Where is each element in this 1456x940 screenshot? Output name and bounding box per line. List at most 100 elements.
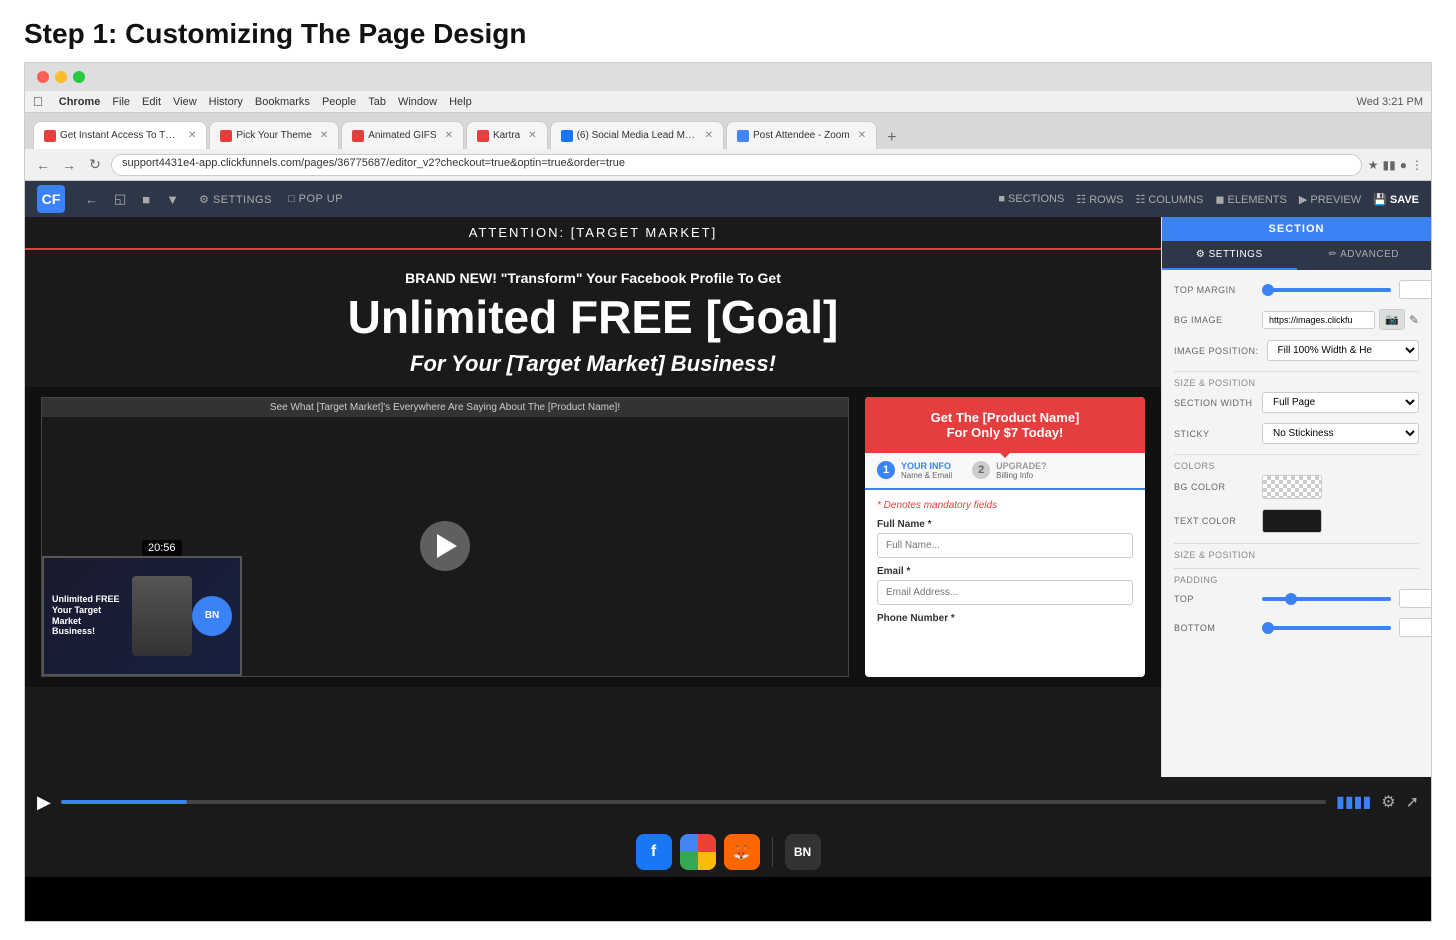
field2-label: Email * bbox=[877, 566, 1133, 577]
tab-get-instant-access[interactable]: Get Instant Access To The [Pro... ✕ bbox=[33, 121, 207, 149]
fullname-input[interactable] bbox=[877, 533, 1133, 558]
taskbar-firefox-icon[interactable]: 🦊 bbox=[724, 834, 760, 870]
extensions-icon[interactable]: ▮▮ bbox=[1383, 158, 1396, 172]
tab-advanced[interactable]: ✏ ADVANCED bbox=[1297, 241, 1432, 270]
advanced-tab-label: ADVANCED bbox=[1340, 249, 1399, 260]
image-position-label: IMAGE POSITION: bbox=[1174, 346, 1259, 356]
settings-toolbar-item[interactable]: ⚙ SETTINGS bbox=[199, 193, 272, 206]
save-toolbar-button[interactable]: 💾 SAVE bbox=[1373, 193, 1419, 206]
tab-settings[interactable]: ⚙ SETTINGS bbox=[1162, 241, 1297, 270]
bg-image-controls: https://images.clickfu 📷 ✎ bbox=[1262, 309, 1419, 330]
view-menu[interactable]: View bbox=[173, 96, 197, 108]
right-panel: SECTION ⚙ SETTINGS ✏ ADVANCED TOP MARGIN… bbox=[1161, 217, 1431, 777]
sections-toolbar-item[interactable]: ■ SECTIONS bbox=[998, 193, 1064, 206]
mandatory-text: * Denotes mandatory fields bbox=[877, 500, 1133, 511]
columns-toolbar-item[interactable]: ☷ COLUMNS bbox=[1135, 193, 1203, 206]
image-position-select[interactable]: Fill 100% Width & He bbox=[1267, 340, 1419, 361]
play-button[interactable] bbox=[420, 521, 470, 571]
sticky-select[interactable]: No Stickiness bbox=[1262, 423, 1419, 444]
taskbar-bn-icon[interactable]: BN bbox=[785, 834, 821, 870]
file-menu[interactable]: File bbox=[112, 96, 130, 108]
people-menu[interactable]: People bbox=[322, 96, 356, 108]
bg-image-edit-button[interactable]: ✎ bbox=[1409, 313, 1419, 327]
email-input[interactable] bbox=[877, 580, 1133, 605]
tab-animated-gifs[interactable]: Animated GIFS ✕ bbox=[341, 121, 464, 149]
size-position-section-label: SIZE & POSITION bbox=[1174, 371, 1419, 388]
taskbar-facebook-icon[interactable]: f bbox=[636, 834, 672, 870]
edit-menu[interactable]: Edit bbox=[142, 96, 161, 108]
tab-close-4[interactable]: ✕ bbox=[705, 130, 713, 141]
video-caption: See What [Target Market]'s Everywhere Ar… bbox=[42, 398, 848, 417]
bookmarks-menu[interactable]: Bookmarks bbox=[255, 96, 310, 108]
maximize-button[interactable] bbox=[73, 71, 85, 83]
url-field[interactable]: support4431e4-app.clickfunnels.com/pages… bbox=[111, 154, 1362, 176]
forward-button[interactable]: → bbox=[59, 157, 79, 173]
bg-image-picker-button[interactable]: 📷 bbox=[1379, 309, 1405, 330]
text-color-swatch[interactable] bbox=[1262, 509, 1322, 533]
help-menu[interactable]: Help bbox=[449, 96, 472, 108]
undo-button[interactable]: ← bbox=[81, 188, 102, 211]
bookmark-star-icon[interactable]: ★ bbox=[1368, 158, 1379, 172]
zoom-button[interactable]: ▼ bbox=[162, 188, 183, 211]
tab-pick-theme[interactable]: Pick Your Theme ✕ bbox=[209, 121, 339, 149]
profile-icon[interactable]: ● bbox=[1400, 158, 1407, 172]
tab-close-2[interactable]: ✕ bbox=[445, 130, 453, 141]
image-position-row: IMAGE POSITION: Fill 100% Width & He bbox=[1174, 340, 1419, 361]
tab-menu[interactable]: Tab bbox=[368, 96, 386, 108]
elements-toolbar-item[interactable]: ◼ ELEMENTS bbox=[1215, 193, 1286, 206]
attention-bar: ATTENTION: [Target Market] bbox=[25, 217, 1161, 250]
new-tab-button[interactable]: + bbox=[879, 127, 904, 149]
tab-label-4: (6) Social Media Lead Machine: bbox=[577, 130, 697, 141]
top-padding-input[interactable]: 20 bbox=[1399, 589, 1431, 608]
progress-bar[interactable] bbox=[61, 800, 1326, 804]
window-menu[interactable]: Window bbox=[398, 96, 437, 108]
video-thumbnail-overlay: Unlimited FREEYour Target MarketBusiness… bbox=[42, 556, 242, 676]
thumb-text: Unlimited FREEYour Target MarketBusiness… bbox=[52, 594, 132, 637]
top-padding-slider[interactable] bbox=[1262, 597, 1391, 601]
bg-image-url[interactable]: https://images.clickfu bbox=[1262, 311, 1375, 329]
bottom-padding-input[interactable]: 0 bbox=[1399, 618, 1431, 637]
player-settings-icon[interactable]: ⚙ bbox=[1381, 792, 1395, 812]
tab-post-attendee[interactable]: Post Attendee - Zoom ✕ bbox=[726, 121, 877, 149]
taskbar-google-icon[interactable]: ● bbox=[680, 834, 716, 870]
close-button[interactable] bbox=[37, 71, 49, 83]
desktop-view-button[interactable]: ■ bbox=[138, 188, 154, 211]
history-menu[interactable]: History bbox=[209, 96, 243, 108]
tab-close-5[interactable]: ✕ bbox=[858, 130, 866, 141]
top-margin-input[interactable]: 0 bbox=[1399, 280, 1431, 299]
bg-color-row: BG COLOR bbox=[1174, 475, 1419, 499]
tab-kartra[interactable]: Kartra ✕ bbox=[466, 121, 548, 149]
popup-toolbar-item[interactable]: □ POP UP bbox=[288, 193, 343, 206]
top-padding-row: TOP 20 bbox=[1174, 589, 1419, 608]
back-button[interactable]: ← bbox=[33, 157, 53, 173]
form-inner: * Denotes mandatory fields Full Name * E… bbox=[865, 490, 1145, 637]
mobile-view-button[interactable]: ◱ bbox=[110, 187, 130, 211]
step2-info: UPGRADE? Billing Info bbox=[996, 461, 1047, 480]
traffic-lights bbox=[37, 71, 85, 83]
play-pause-button[interactable]: ▶ bbox=[37, 792, 51, 813]
bg-image-row: BG IMAGE https://images.clickfu 📷 ✎ bbox=[1174, 309, 1419, 330]
bg-color-swatch[interactable] bbox=[1262, 475, 1322, 499]
tab-close-0[interactable]: ✕ bbox=[188, 130, 196, 141]
tab-close-3[interactable]: ✕ bbox=[528, 130, 536, 141]
top-margin-slider[interactable] bbox=[1262, 288, 1391, 292]
field3-label: Phone Number * bbox=[877, 613, 1133, 624]
thumb-logo: BN bbox=[192, 596, 232, 636]
attention-text: ATTENTION: [Target Market] bbox=[469, 225, 717, 240]
bottom-padding-slider[interactable] bbox=[1262, 626, 1391, 630]
apple-icon[interactable]:  bbox=[33, 94, 43, 109]
fullscreen-button[interactable]: ➚ bbox=[1406, 792, 1419, 812]
address-right-icons: ★ ▮▮ ● ⋮ bbox=[1368, 158, 1423, 172]
reload-button[interactable]: ↻ bbox=[85, 156, 105, 173]
rows-toolbar-item[interactable]: ☷ ROWS bbox=[1076, 193, 1123, 206]
chrome-menu[interactable]: Chrome bbox=[59, 96, 101, 108]
tab-favicon-1 bbox=[220, 130, 232, 142]
section-width-select[interactable]: Full Page bbox=[1262, 392, 1419, 413]
preview-toolbar-item[interactable]: ▶ PREVIEW bbox=[1299, 193, 1361, 206]
more-options-icon[interactable]: ⋮ bbox=[1411, 158, 1423, 172]
tab-close-1[interactable]: ✕ bbox=[320, 130, 328, 141]
tab-social-media[interactable]: (6) Social Media Lead Machine: ✕ bbox=[550, 121, 724, 149]
cta-button[interactable]: Get The [Product Name]For Only $7 Today! bbox=[865, 397, 1145, 453]
minimize-button[interactable] bbox=[55, 71, 67, 83]
step1-sub: Name & Email bbox=[901, 471, 952, 480]
